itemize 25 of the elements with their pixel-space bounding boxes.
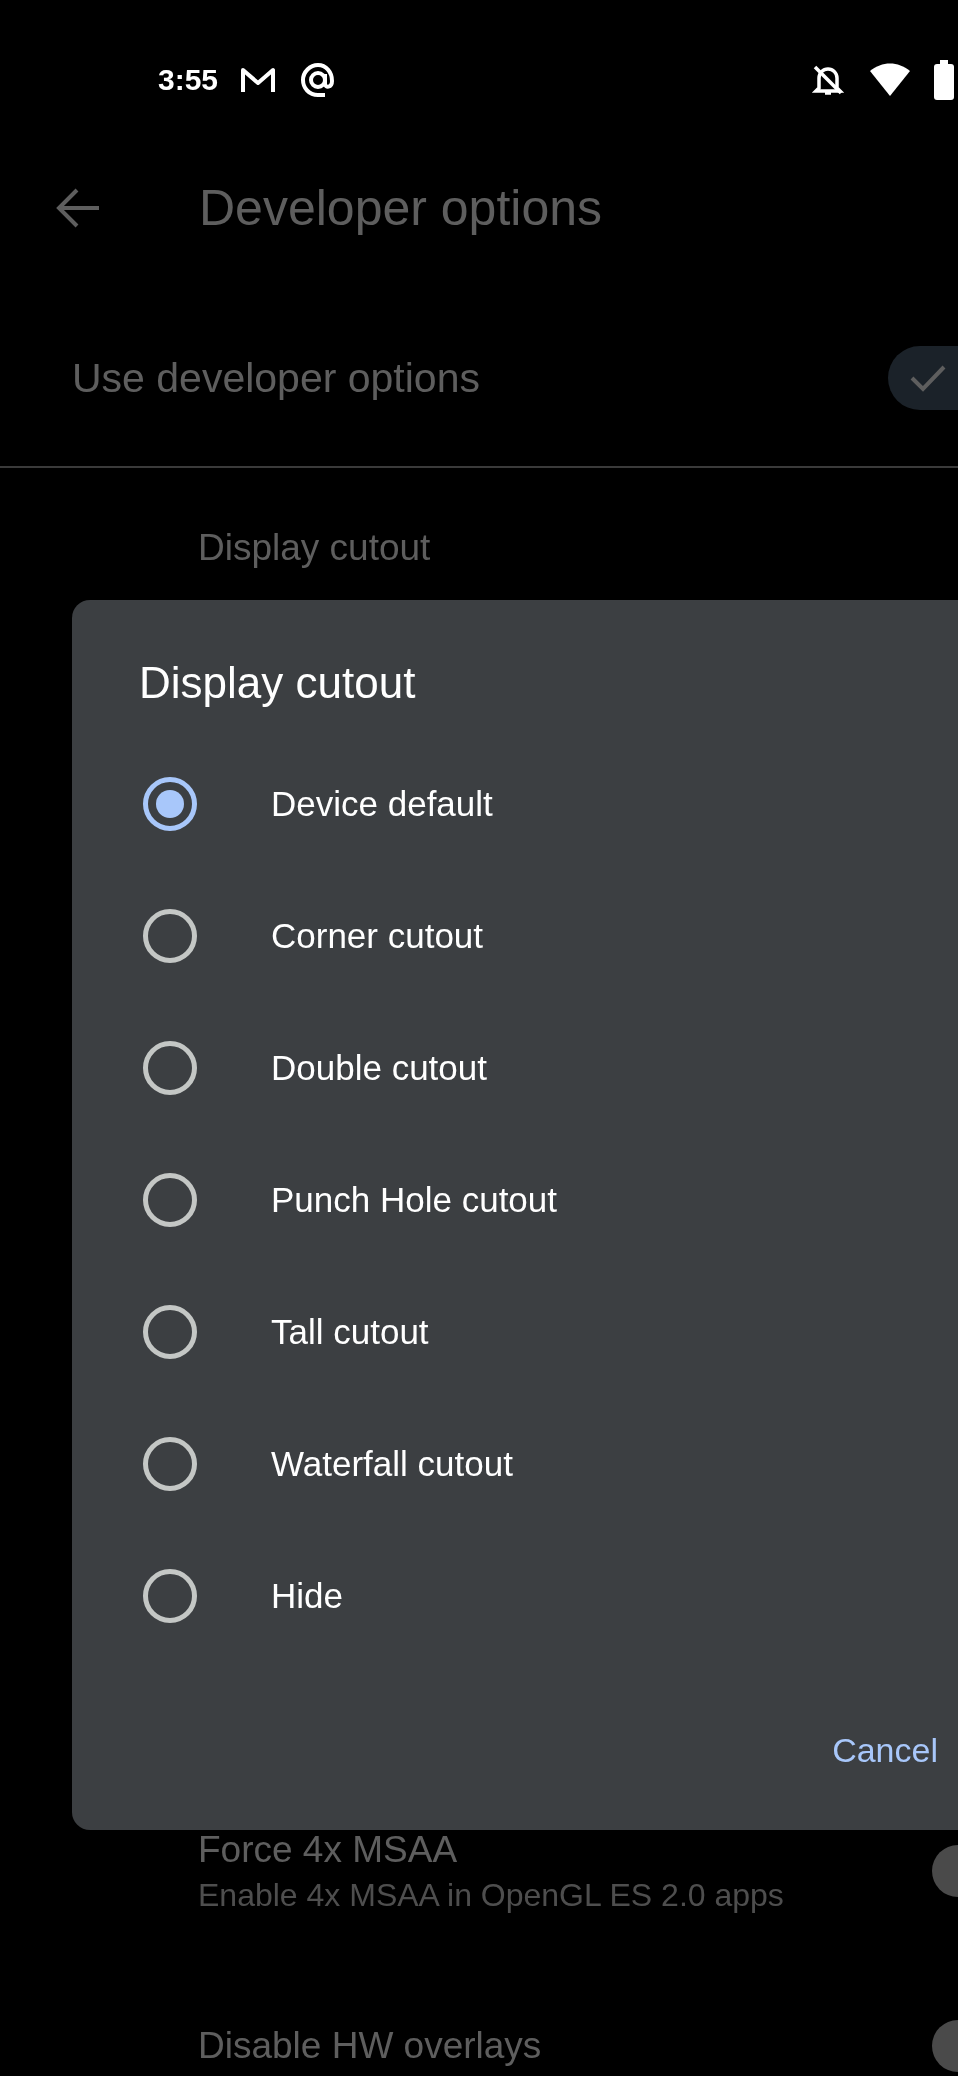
radio-button[interactable] [143,909,197,963]
radio-button[interactable] [143,1305,197,1359]
radio-button[interactable] [143,1041,197,1095]
status-time: 3:55 [158,63,219,98]
battery-icon [934,60,954,101]
radio-button[interactable] [143,1173,197,1227]
option-label[interactable]: Device default [271,784,493,824]
cancel-button[interactable]: Cancel [832,1723,938,1778]
radio-button[interactable] [143,1569,197,1623]
setting-title: Display cutout [198,527,431,570]
option-label[interactable]: Double cutout [271,1048,487,1088]
option-label[interactable]: Hide [271,1576,343,1616]
option-label[interactable]: Tall cutout [271,1312,429,1352]
setting-summary: Enable 4x MSAA in OpenGL ES 2.0 apps [198,1876,784,1914]
option-label[interactable]: Corner cutout [271,916,484,956]
radio-button[interactable] [143,1437,197,1491]
mail-icon [240,66,277,95]
option-label[interactable]: Waterfall cutout [271,1444,513,1484]
switch-label: Use developer options [72,354,480,402]
dialog-title: Display cutout [139,658,417,708]
option-label[interactable]: Punch Hole cutout [271,1180,557,1220]
page-title: Developer options [199,179,603,238]
setting-title: Force 4x MSAA [198,1828,459,1871]
radio-button[interactable] [143,777,197,831]
setting-title: Disable HW overlays [198,2025,542,2067]
